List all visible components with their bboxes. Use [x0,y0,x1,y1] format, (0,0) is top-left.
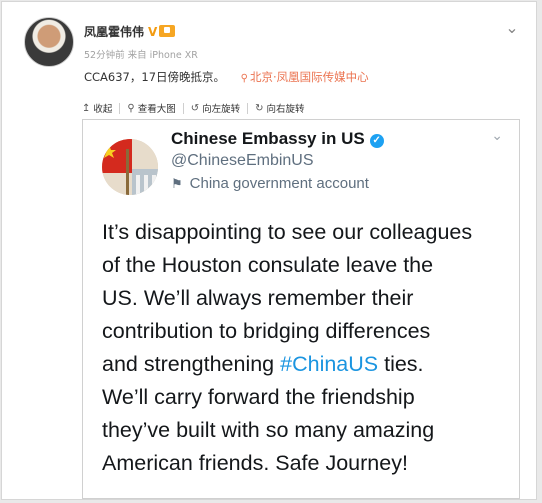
hashtag-link: #ChinaUS [280,352,379,376]
tweet-line: US. We’ll always remember their [102,286,414,310]
collapse-button[interactable]: ↥ 收起 [82,101,112,116]
tweet-line: contribution to bridging differences [102,319,431,343]
author-avatar[interactable] [24,17,74,67]
divider [247,102,249,114]
tweet-text: It’s disappointing to see our colleagues… [102,216,514,480]
member-badge-icon [159,25,176,37]
image-toolbar: ↥ 收起 ⚲ 查看大图 ↺ 向左旋转 ↻ 向右旋转 [82,101,305,115]
location-pin-icon: ⚲ [240,73,248,84]
tweet-line: It’s disappointing to see our colleagues [102,220,473,244]
government-account-label: ⚑ China government account [171,175,369,192]
author-name-row: 凤凰霍伟伟 V [84,23,176,40]
weibo-post-card: ⌄ 凤凰霍伟伟 V 52分钟前 来自 iPhone XR CCA637，17日傍晚… [1,1,537,500]
tweet-line: American friends. Safe Journey! [102,451,408,475]
location-label: 北京·凤凰国际传媒中心 [250,70,369,84]
tweet-line: and strengthening #ChinaUS ties. [102,352,424,376]
post-text: CCA637，17日傍晚抵京。 ⚲ 北京·凤凰国际传媒中心 [84,69,369,85]
view-large-button[interactable]: ⚲ 查看大图 [127,101,175,116]
post-body: CCA637，17日傍晚抵京。 [84,70,226,84]
verified-icon: ✓ [369,134,384,148]
rotate-right-icon: ↻ [255,102,264,114]
embassy-emblem-icon [102,139,158,195]
tweet-line: of the Houston consulate leave the [102,253,434,277]
embassy-avatar [102,139,158,195]
tweet-author-name: Chinese Embassy in US ✓ [171,129,384,149]
flag-icon: ⚑ [171,176,183,191]
rotate-left-button[interactable]: ↺ 向左旋转 [190,101,240,116]
collapse-icon: ↥ [82,102,91,114]
divider [182,102,184,114]
chevron-down-icon: ⌄ [491,128,503,144]
tweet-screenshot-image[interactable]: Chinese Embassy in US ✓ @ChineseEmbinUS ⚑… [82,119,520,499]
divider [119,102,121,114]
rotate-left-icon: ↺ [190,102,200,114]
tweet-handle: @ChineseEmbinUS [171,152,314,169]
author-name[interactable]: 凤凰霍伟伟 [84,25,144,39]
tweet-line: they’ve built with so many amazing [102,418,435,442]
zoom-icon: ⚲ [127,102,135,114]
verified-icon: V [148,25,158,39]
post-meta: 52分钟前 来自 iPhone XR [84,50,198,61]
rotate-right-button[interactable]: ↻ 向右旋转 [255,101,304,116]
chevron-down-icon[interactable]: ⌄ [502,18,522,38]
location-link[interactable]: ⚲ 北京·凤凰国际传媒中心 [241,70,369,84]
tweet-line: We’ll carry forward the friendship [102,385,415,409]
